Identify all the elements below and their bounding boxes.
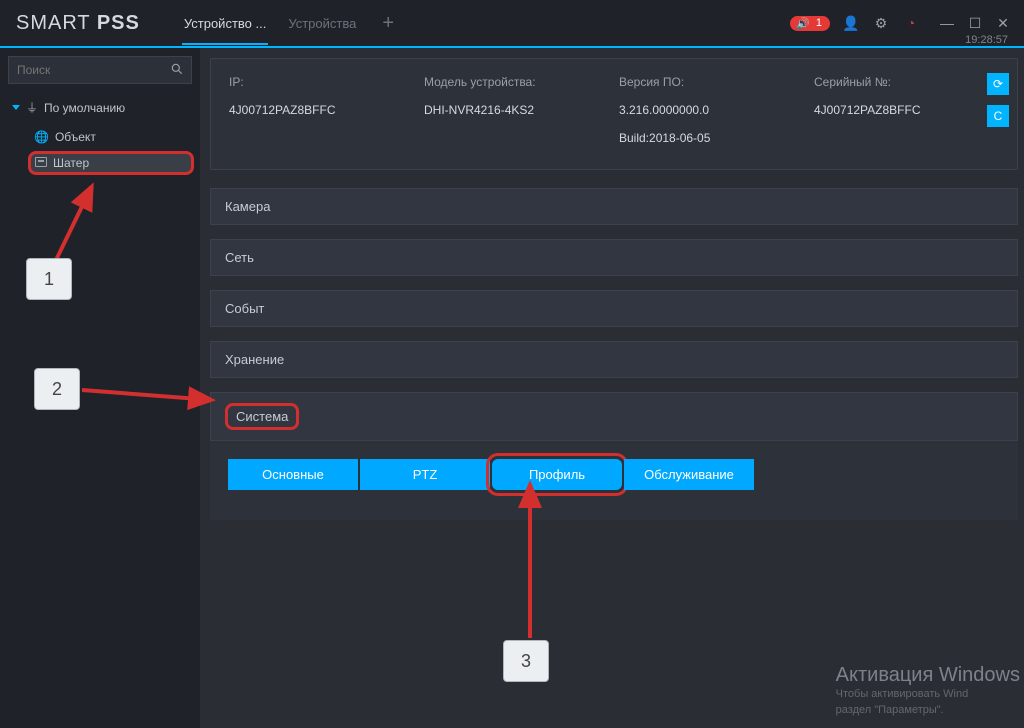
version-label: Версия ПО: <box>619 75 804 89</box>
section-camera[interactable]: Камера <box>210 188 1018 225</box>
button-maintenance[interactable]: Обслуживание <box>624 459 754 490</box>
network-icon: ⏚ <box>26 99 38 116</box>
section-system-body: Основные PTZ Профиль Обслуживание <box>210 441 1018 520</box>
device-info-card: IP: 4J00712PAZ8BFFC Модель устройства: D… <box>210 58 1018 170</box>
section-system[interactable]: Система <box>210 392 1018 441</box>
button-ptz[interactable]: PTZ <box>360 459 490 490</box>
minimize-button[interactable]: — <box>938 14 956 32</box>
button-profile[interactable]: Профиль <box>492 459 622 490</box>
tree-item-object[interactable]: 🌐 Объект <box>28 123 194 151</box>
search-icon[interactable] <box>170 62 184 81</box>
tree-item-label: Объект <box>55 130 96 144</box>
section-storage[interactable]: Хранение <box>210 341 1018 378</box>
maximize-button[interactable]: ☐ <box>966 14 984 32</box>
version-value: 3.216.0000000.0 <box>619 103 804 117</box>
ip-label: IP: <box>229 75 414 89</box>
tree-item-shater[interactable]: Шатер <box>28 151 194 175</box>
search-container <box>8 56 192 84</box>
globe-icon: 🌐 <box>34 130 49 144</box>
speaker-icon: 🔊 <box>796 17 810 30</box>
ip-value: 4J00712PAZ8BFFC <box>229 103 414 117</box>
model-value: DHI-NVR4216-4KS2 <box>424 103 609 117</box>
callout-1: 1 <box>26 258 72 300</box>
windows-activation-watermark: Активация Windows Чтобы активировать Win… <box>836 664 1020 718</box>
tree-root-default[interactable]: ⏚ По умолчанию <box>6 92 194 123</box>
serial-label: Серийный №: <box>814 75 999 89</box>
tree-item-label: Шатер <box>53 156 89 170</box>
refresh-button[interactable]: ⟳ <box>987 73 1009 95</box>
close-button[interactable]: ✕ <box>994 14 1012 32</box>
settings-button[interactable]: C <box>987 105 1009 127</box>
clock: 19:28:57 <box>965 34 1008 46</box>
section-network[interactable]: Сеть <box>210 239 1018 276</box>
button-basic[interactable]: Основные <box>228 459 358 490</box>
alert-badge[interactable]: 🔊 1 <box>790 16 830 31</box>
alert-count: 1 <box>816 17 822 29</box>
gauge-icon[interactable]: ◔ <box>902 14 920 32</box>
callout-3: 3 <box>503 640 549 682</box>
device-icon <box>35 156 47 170</box>
serial-value: 4J00712PAZ8BFFC <box>814 103 999 117</box>
section-event[interactable]: Событ <box>210 290 1018 327</box>
build-value: Build:2018-06-05 <box>619 131 804 145</box>
model-label: Модель устройства: <box>424 75 609 89</box>
tab-devices[interactable]: Устройства <box>286 4 358 43</box>
callout-2: 2 <box>34 368 80 410</box>
tab-device-config[interactable]: Устройство ... <box>182 4 268 43</box>
gear-icon[interactable]: ⚙ <box>872 14 890 32</box>
section-system-label: Система <box>225 403 299 430</box>
tree-root-label: По умолчанию <box>44 101 125 115</box>
search-input[interactable] <box>8 56 192 84</box>
chevron-down-icon <box>12 105 20 110</box>
user-icon[interactable]: 👤 <box>842 14 860 32</box>
app-logo: SMART PSS <box>16 12 140 35</box>
tab-add-button[interactable]: + <box>376 6 400 41</box>
